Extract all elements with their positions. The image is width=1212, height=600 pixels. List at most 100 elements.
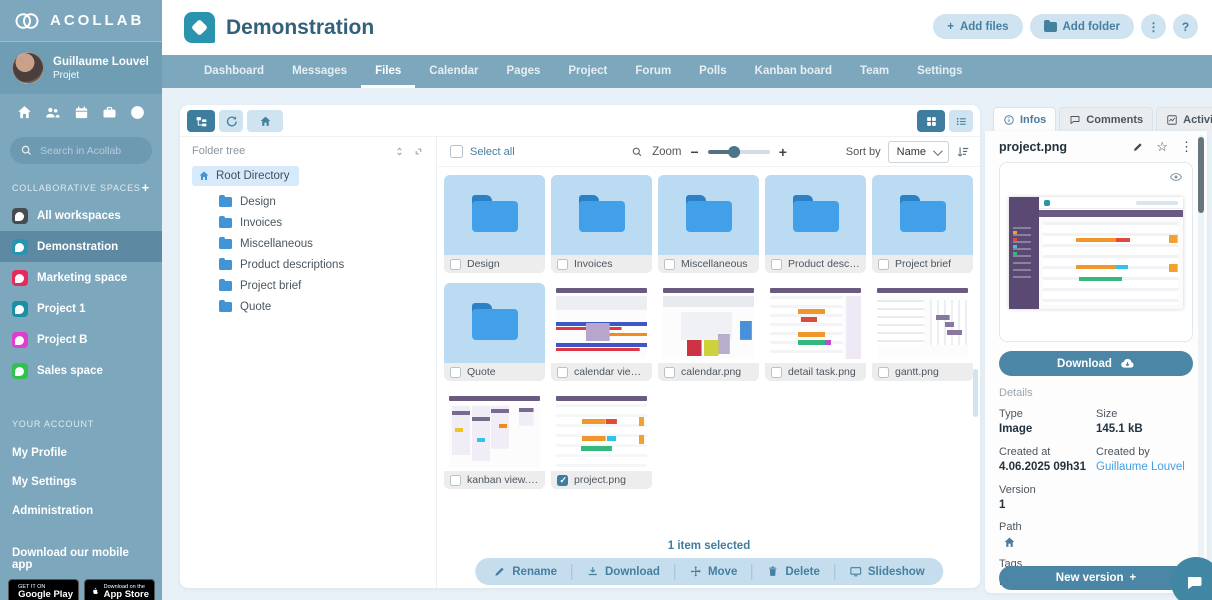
file-checkbox[interactable] xyxy=(557,367,568,378)
path-home-icon[interactable] xyxy=(1003,536,1193,549)
more-options-button[interactable]: ⋮ xyxy=(1141,14,1166,39)
sidebar-space-project-1[interactable]: Project 1 xyxy=(0,293,162,324)
search-input[interactable]: Search in Acollab xyxy=(10,137,152,164)
tab-calendar[interactable]: Calendar xyxy=(415,55,492,88)
file-card-quote[interactable]: Quote xyxy=(444,283,545,381)
tree-folder-miscellaneous[interactable]: Miscellaneous xyxy=(219,238,424,250)
briefcase-icon[interactable] xyxy=(101,104,118,121)
tree-root-directory[interactable]: Root Directory xyxy=(192,166,299,186)
tab-settings[interactable]: Settings xyxy=(903,55,976,88)
sort-select[interactable]: Name xyxy=(888,141,949,163)
new-version-button[interactable]: New version + xyxy=(999,566,1193,590)
sidebar-space-demonstration[interactable]: Demonstration xyxy=(0,231,162,262)
file-checkbox[interactable] xyxy=(878,367,889,378)
file-checkbox[interactable] xyxy=(450,367,461,378)
file-card-calendar[interactable]: calendar.png xyxy=(658,283,759,381)
tab-files[interactable]: Files xyxy=(361,55,415,88)
tab-dashboard[interactable]: Dashboard xyxy=(190,55,278,88)
grid-view-button[interactable] xyxy=(917,110,945,132)
sidebar-space-marketing[interactable]: Marketing space xyxy=(0,262,162,293)
select-all-control[interactable]: Select all xyxy=(450,145,515,158)
file-card-detail-task[interactable]: detail task.png xyxy=(765,283,866,381)
file-checkbox[interactable] xyxy=(878,259,889,270)
delete-button[interactable]: Delete xyxy=(752,564,835,580)
file-grid-scrollbar[interactable] xyxy=(973,369,978,417)
tab-kanban-board[interactable]: Kanban board xyxy=(741,55,846,88)
move-button[interactable]: Move xyxy=(675,564,752,580)
file-checkbox[interactable] xyxy=(450,259,461,270)
go-root-button[interactable] xyxy=(247,110,283,132)
add-folder-button[interactable]: Add folder xyxy=(1030,14,1135,39)
sidebar-item-administration[interactable]: Administration xyxy=(0,498,162,523)
file-preview-card[interactable] xyxy=(999,162,1193,342)
sidebar-item-my-settings[interactable]: My Settings xyxy=(0,469,162,494)
tree-folder-project-brief[interactable]: Project brief xyxy=(219,280,424,292)
tab-pages[interactable]: Pages xyxy=(493,55,555,88)
slideshow-button[interactable]: Slideshow xyxy=(835,564,939,580)
brand-logo[interactable]: ACOLLAB xyxy=(0,0,162,42)
preview-eye-icon[interactable] xyxy=(1169,170,1183,184)
rename-icon[interactable] xyxy=(1132,141,1144,153)
tree-folder-product-descriptions[interactable]: Product descriptions xyxy=(219,259,424,271)
file-checkbox[interactable] xyxy=(771,259,782,270)
add-space-button[interactable]: + xyxy=(142,183,150,193)
tab-infos[interactable]: Infos xyxy=(993,107,1056,131)
file-card-invoices[interactable]: Invoices xyxy=(551,175,652,273)
file-card-project-brief[interactable]: Project brief xyxy=(872,175,973,273)
user-profile[interactable]: Guillaume Louvel Projet xyxy=(0,42,162,94)
file-checkbox[interactable] xyxy=(771,367,782,378)
toggle-folder-tree-button[interactable] xyxy=(187,110,215,132)
tab-comments[interactable]: Comments xyxy=(1059,107,1153,131)
google-play-badge[interactable]: GET IT ON Google Play xyxy=(8,579,79,600)
file-card-kanban-view[interactable]: kanban view.png xyxy=(444,391,545,489)
file-checkbox[interactable] xyxy=(450,475,461,486)
rename-button[interactable]: Rename xyxy=(479,564,572,580)
add-files-button[interactable]: + Add files xyxy=(933,14,1022,39)
zoom-out-button[interactable]: − xyxy=(691,144,699,160)
tab-project[interactable]: Project xyxy=(554,55,621,88)
file-card-design[interactable]: Design xyxy=(444,175,545,273)
calendar-icon[interactable] xyxy=(73,104,90,121)
file-card-calendar-view[interactable]: calendar view.png xyxy=(551,283,652,381)
download-file-button[interactable]: Download xyxy=(999,351,1193,376)
select-all-checkbox[interactable] xyxy=(450,145,463,158)
file-card-product-descriptions[interactable]: Product descriptions xyxy=(765,175,866,273)
tab-activity[interactable]: Activity xyxy=(1156,107,1212,131)
file-checkbox[interactable] xyxy=(664,367,675,378)
app-store-badge[interactable]: Download on the App Store xyxy=(84,579,155,600)
expand-all-icon[interactable] xyxy=(394,146,405,157)
favorite-star-icon[interactable]: ☆ xyxy=(1156,141,1168,153)
tab-messages[interactable]: Messages xyxy=(278,55,361,88)
sidebar-space-sales[interactable]: Sales space xyxy=(0,355,162,386)
zoom-slider[interactable] xyxy=(708,150,770,154)
collapse-all-icon[interactable] xyxy=(411,143,427,159)
file-more-options-icon[interactable]: ⋮ xyxy=(1180,141,1193,153)
home-icon[interactable] xyxy=(16,104,33,121)
members-icon[interactable] xyxy=(44,104,61,121)
tree-folder-design[interactable]: Design xyxy=(219,196,424,208)
tab-polls[interactable]: Polls xyxy=(685,55,740,88)
refresh-button[interactable] xyxy=(219,110,243,132)
details-scrollbar-thumb[interactable] xyxy=(1198,137,1204,213)
tree-folder-invoices[interactable]: Invoices xyxy=(219,217,424,229)
zoom-in-button[interactable]: + xyxy=(779,144,787,160)
sort-direction-button[interactable] xyxy=(956,145,970,159)
help-button[interactable]: ? xyxy=(1173,14,1198,39)
file-card-gantt[interactable]: gantt.png xyxy=(872,283,973,381)
file-checkbox[interactable] xyxy=(664,259,675,270)
tree-folder-quote[interactable]: Quote xyxy=(219,301,424,313)
clock-icon[interactable] xyxy=(129,104,146,121)
download-button[interactable]: Download xyxy=(572,564,675,580)
list-view-button[interactable] xyxy=(949,110,973,132)
zoom-slider-thumb[interactable] xyxy=(728,146,740,158)
tab-team[interactable]: Team xyxy=(846,55,903,88)
tab-forum[interactable]: Forum xyxy=(621,55,685,88)
file-card-miscellaneous[interactable]: Miscellaneous xyxy=(658,175,759,273)
sidebar-space-project-b[interactable]: Project B xyxy=(0,324,162,355)
sidebar-item-my-profile[interactable]: My Profile xyxy=(0,440,162,465)
sidebar-space-all-workspaces[interactable]: All workspaces xyxy=(0,200,162,231)
file-card-project[interactable]: project.png xyxy=(551,391,652,489)
created-by-link[interactable]: Guillaume Louvel xyxy=(1096,461,1193,473)
file-checkbox[interactable] xyxy=(557,259,568,270)
file-checkbox[interactable] xyxy=(557,475,568,486)
